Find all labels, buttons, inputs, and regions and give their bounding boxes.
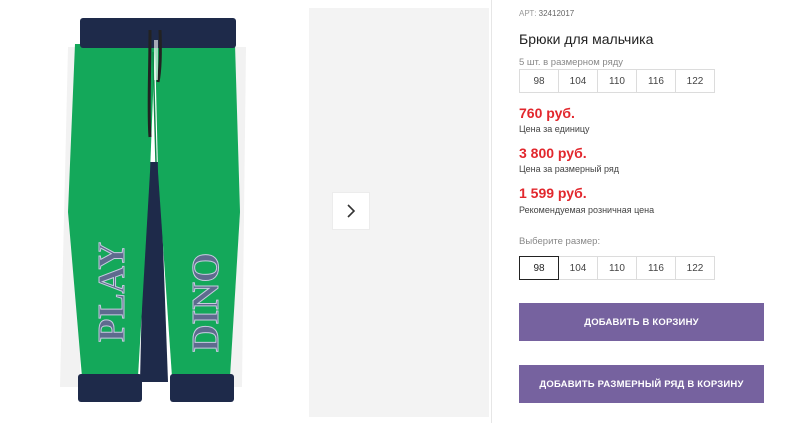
pack-size-122: 122: [675, 69, 715, 93]
size-option-104[interactable]: 104: [558, 256, 598, 280]
size-option-110[interactable]: 110: [597, 256, 637, 280]
pack-size-98: 98: [519, 69, 559, 93]
retail-price: 1 599 руб.: [519, 185, 587, 201]
pack-size-row: 98 104 110 116 122: [519, 69, 715, 93]
next-image-button[interactable]: [332, 192, 370, 230]
choose-size-label: Выберите размер:: [519, 236, 601, 247]
retail-price-note: Рекомендуемая розничная цена: [519, 205, 655, 215]
pants-image: PLAY DINO: [60, 18, 246, 402]
product-main-image: PLAY DINO: [0, 0, 305, 423]
product-title: Брюки для мальчика: [519, 31, 654, 47]
unit-price: 760 руб.: [519, 105, 575, 121]
article-number: АРТ: 32412017: [519, 9, 574, 18]
pack-size-104: 104: [558, 69, 598, 93]
size-option-122[interactable]: 122: [675, 256, 715, 280]
pack-size-116: 116: [636, 69, 676, 93]
size-option-116[interactable]: 116: [636, 256, 676, 280]
pack-size-110: 110: [597, 69, 637, 93]
print-play-text: PLAY: [91, 242, 133, 342]
pack-price-note: Цена за размерный ряд: [519, 164, 620, 174]
pack-label: 5 шт. в размерном ряду: [519, 57, 624, 68]
pack-price: 3 800 руб.: [519, 145, 587, 161]
divider: [491, 0, 492, 423]
print-dino-text: DINO: [185, 253, 227, 352]
chevron-right-icon: [347, 204, 356, 218]
article-value: 32412017: [538, 9, 575, 18]
add-to-cart-button[interactable]: ДОБАВИТЬ В КОРЗИНУ: [519, 303, 764, 341]
size-option-98[interactable]: 98: [519, 256, 559, 280]
article-prefix: АРТ:: [519, 9, 537, 18]
size-selector: 98 104 110 116 122: [519, 256, 715, 280]
add-pack-to-cart-button[interactable]: ДОБАВИТЬ РАЗМЕРНЫЙ РЯД В КОРЗИНУ: [519, 365, 764, 403]
unit-price-note: Цена за единицу: [519, 124, 590, 134]
